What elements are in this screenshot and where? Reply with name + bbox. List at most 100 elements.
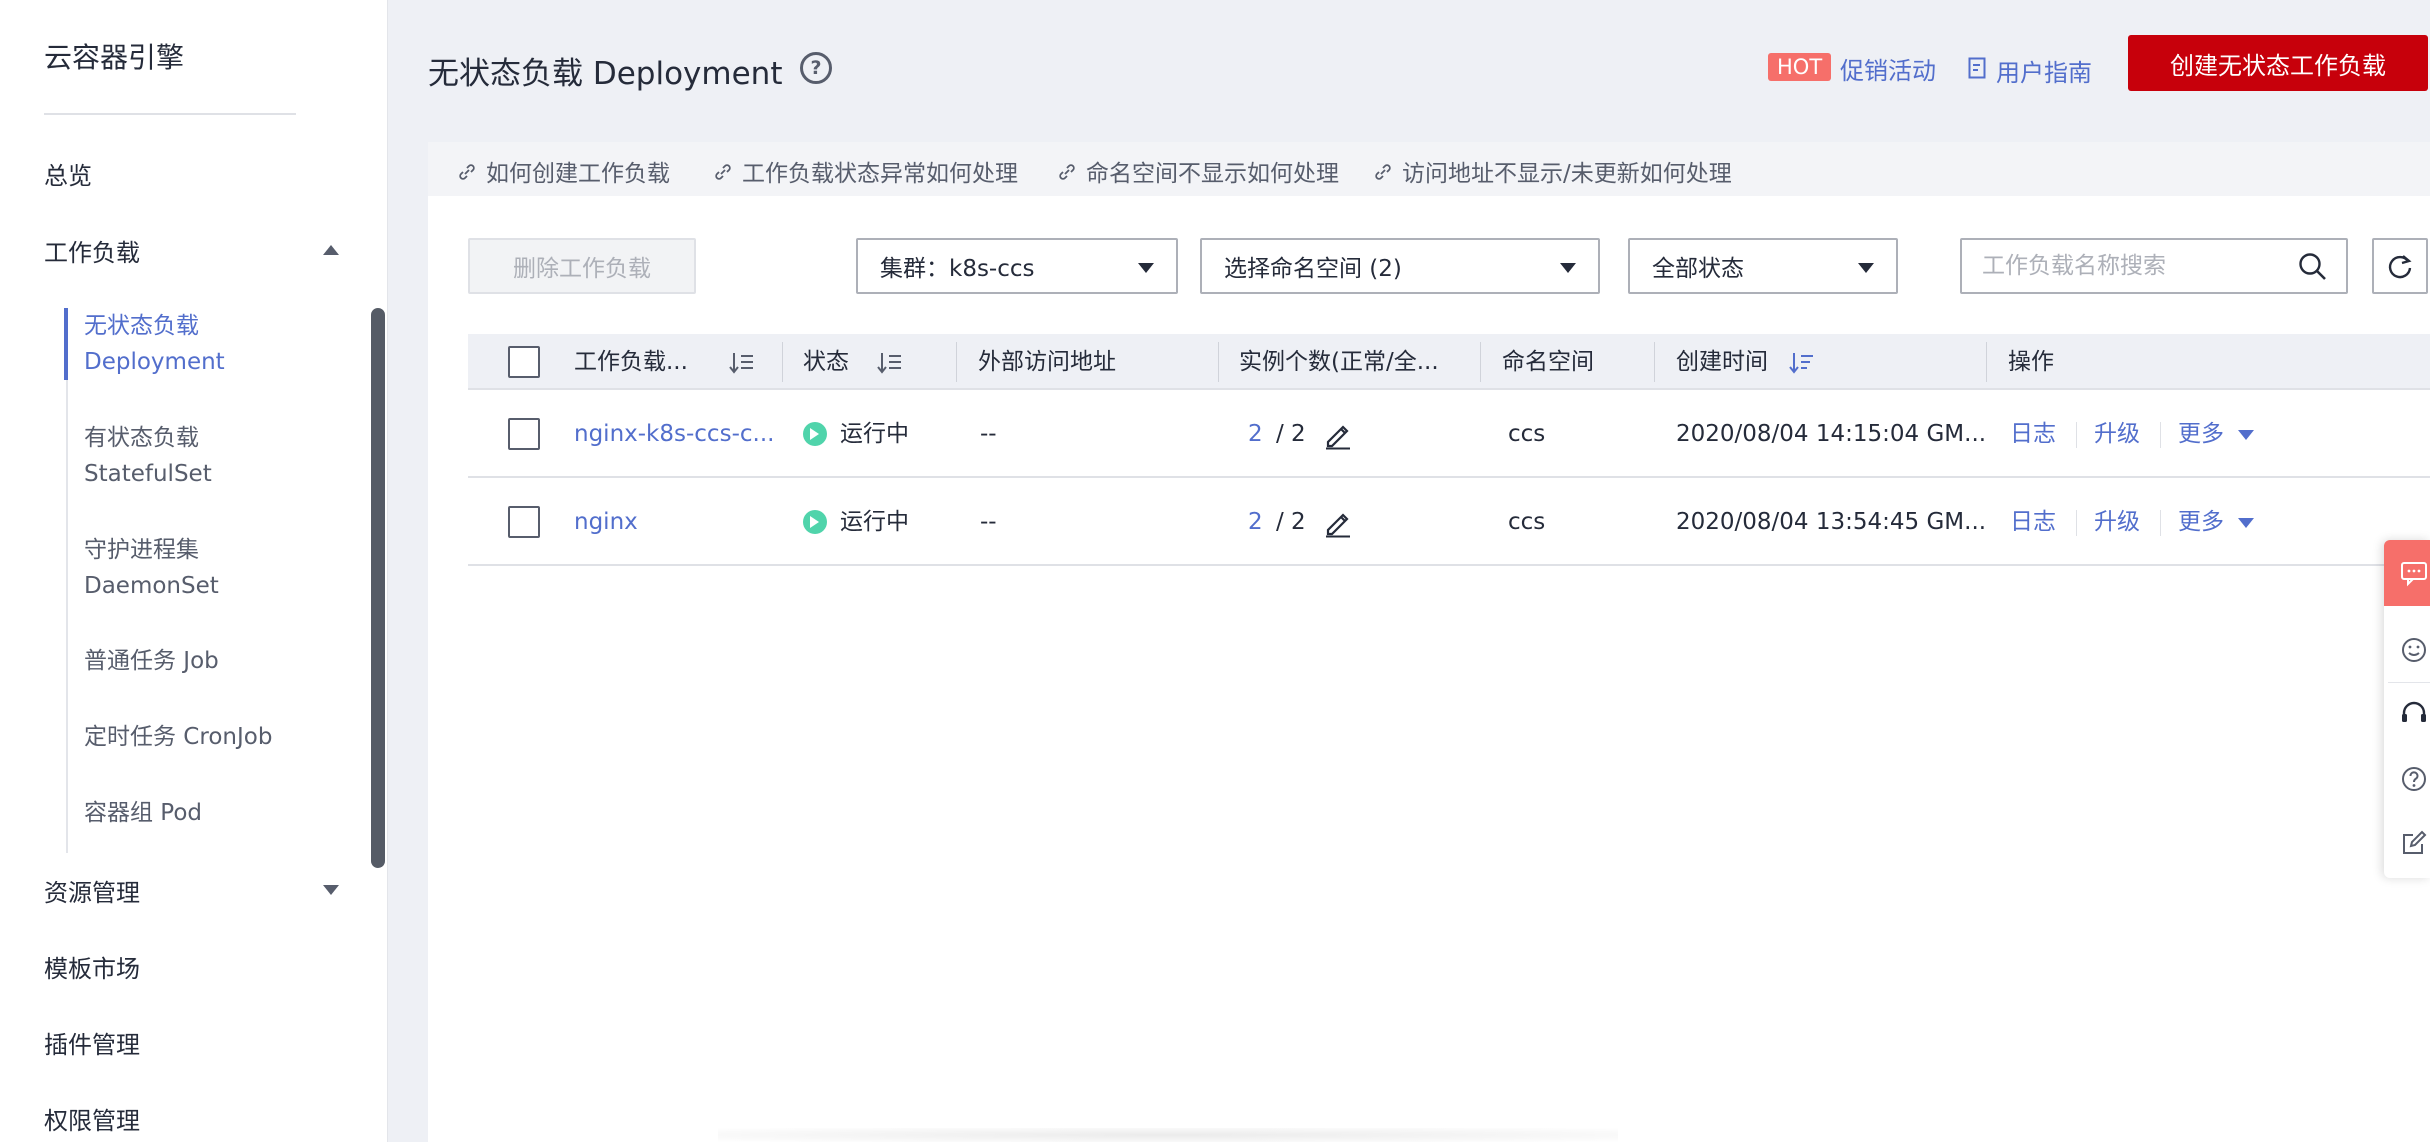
more-link[interactable]: 更多 xyxy=(2178,478,2224,566)
chevron-down-icon xyxy=(1858,263,1874,273)
column-divider xyxy=(1480,342,1481,382)
cluster-select[interactable]: 集群：k8s-ccs xyxy=(856,238,1178,294)
status-select-value: 全部状态 xyxy=(1652,256,1744,282)
refresh-button[interactable] xyxy=(2372,238,2428,294)
action-divider xyxy=(2160,422,2161,448)
search-input[interactable] xyxy=(1982,253,2282,279)
help-link-status[interactable]: 工作负载状态异常如何处理 xyxy=(714,154,1018,188)
main-area: 无状态负载 Deployment ? HOT 促销活动 用户指南 创建无状态工作… xyxy=(388,0,2430,1142)
sidebar-subitem-cronjob[interactable]: 定时任务 CronJob xyxy=(84,719,272,755)
subitem-label-en: Deployment xyxy=(84,349,225,375)
bottom-shadow xyxy=(718,1128,1618,1142)
chevron-down-icon[interactable] xyxy=(2238,518,2254,528)
workload-name-link[interactable]: nginx xyxy=(574,478,638,566)
select-all-checkbox[interactable] xyxy=(508,346,540,378)
headset-icon[interactable] xyxy=(2400,700,2428,728)
submenu-guide-line xyxy=(66,308,68,853)
help-link-create[interactable]: 如何创建工作负载 xyxy=(458,154,670,188)
row-checkbox[interactable] xyxy=(508,506,540,538)
sort-icon[interactable] xyxy=(728,351,754,375)
sidebar-subitem-statefulset[interactable]: 有状态负载 StatefulSet xyxy=(84,420,212,492)
help-link-label: 访问地址不显示/未更新如何处理 xyxy=(1402,161,1732,187)
user-guide-link[interactable]: 用户指南 xyxy=(1996,53,2092,88)
workload-search xyxy=(1960,238,2348,294)
help-link-label: 如何创建工作负载 xyxy=(486,161,670,187)
sort-icon[interactable] xyxy=(1788,351,1814,375)
more-link[interactable]: 更多 xyxy=(2178,390,2224,478)
chevron-down-icon xyxy=(1560,263,1576,273)
caret-up-icon[interactable] xyxy=(323,245,339,255)
pencil-icon[interactable] xyxy=(1322,506,1354,538)
workload-name-link[interactable]: nginx-k8s-ccs-c... xyxy=(574,390,774,478)
hot-badge: HOT xyxy=(1768,53,1832,81)
sidebar-item-overview[interactable]: 总览 xyxy=(44,156,92,191)
question-circle-icon[interactable]: ? xyxy=(800,52,832,84)
sidebar-subitem-pod[interactable]: 容器组 Pod xyxy=(84,795,202,831)
workload-table: 工作负载... 状态 外部访问地址 实例个数(正常/全... 命名空间 创建时间… xyxy=(468,334,2430,566)
instances-total: / 2 xyxy=(1276,509,1306,535)
chat-button[interactable] xyxy=(2384,540,2430,606)
sidebar-subitem-daemonset[interactable]: 守护进程集 DaemonSet xyxy=(84,532,219,604)
search-icon[interactable] xyxy=(2298,252,2328,282)
action-divider xyxy=(2076,422,2077,448)
link-icon xyxy=(459,164,475,180)
column-header-instances: 实例个数(正常/全... xyxy=(1239,349,1439,375)
refresh-icon xyxy=(2388,255,2412,279)
help-link-namespace[interactable]: 命名空间不显示如何处理 xyxy=(1058,154,1339,188)
instances-ready[interactable]: 2 xyxy=(1248,478,1263,566)
column-header-name: 工作负载... xyxy=(574,349,688,375)
row-checkbox[interactable] xyxy=(508,418,540,450)
upgrade-link[interactable]: 升级 xyxy=(2094,390,2140,478)
upgrade-link[interactable]: 升级 xyxy=(2094,478,2140,566)
sidebar-subitem-deployment[interactable]: 无状态负载 Deployment xyxy=(84,308,225,380)
external-address: -- xyxy=(980,509,997,535)
sidebar-item-resources[interactable]: 资源管理 xyxy=(44,873,140,908)
question-circle-icon[interactable] xyxy=(2400,765,2428,793)
instances-ready[interactable]: 2 xyxy=(1248,390,1263,478)
column-divider xyxy=(1218,342,1219,382)
namespace-value: ccs xyxy=(1508,421,1546,447)
column-divider xyxy=(782,342,783,382)
promo-link[interactable]: 促销活动 xyxy=(1840,51,1936,86)
created-time: 2020/08/04 13:54:45 GM... xyxy=(1676,509,1987,535)
namespace-select[interactable]: 选择命名空间 (2) xyxy=(1200,238,1600,294)
sidebar-subitem-job[interactable]: 普通任务 Job xyxy=(84,643,219,679)
help-link-label: 命名空间不显示如何处理 xyxy=(1086,161,1339,187)
delete-workload-button[interactable]: 删除工作负载 xyxy=(468,238,696,294)
subitem-label: 有状态负载 xyxy=(84,425,199,451)
namespace-select-value: 选择命名空间 (2) xyxy=(1224,256,1402,282)
sort-icon[interactable] xyxy=(876,351,902,375)
help-link-label: 工作负载状态异常如何处理 xyxy=(742,161,1018,187)
action-divider xyxy=(2076,510,2077,536)
pencil-icon[interactable] xyxy=(1322,418,1354,450)
column-header-status: 状态 xyxy=(803,349,849,375)
smiley-icon[interactable] xyxy=(2400,636,2428,664)
link-icon xyxy=(1375,164,1391,180)
sidebar-item-workload[interactable]: 工作负载 xyxy=(44,233,140,268)
help-link-address[interactable]: 访问地址不显示/未更新如何处理 xyxy=(1374,154,1732,188)
feedback-edit-icon[interactable] xyxy=(2400,829,2428,857)
sidebar-item-permissions[interactable]: 权限管理 xyxy=(44,1101,140,1136)
sidebar-item-addons[interactable]: 插件管理 xyxy=(44,1025,140,1060)
log-link[interactable]: 日志 xyxy=(2010,478,2056,566)
chat-icon xyxy=(2401,562,2427,587)
create-deployment-button[interactable]: 创建无状态工作负载 xyxy=(2128,35,2428,91)
document-edit-icon xyxy=(1968,57,1986,79)
link-icon xyxy=(715,164,731,180)
subitem-label-en: StatefulSet xyxy=(84,461,212,487)
chevron-down-icon xyxy=(1138,263,1154,273)
instances-total: / 2 xyxy=(1276,421,1306,447)
status-select[interactable]: 全部状态 xyxy=(1628,238,1898,294)
play-circle-icon xyxy=(803,510,827,534)
submenu-active-indicator xyxy=(64,308,68,380)
table-row: nginx 运行中 -- 2 / 2 ccs 2020/08/04 13:54:… xyxy=(468,478,2430,566)
caret-down-icon[interactable] xyxy=(323,885,339,895)
sidebar-scrollbar[interactable] xyxy=(371,308,385,868)
table-header: 工作负载... 状态 外部访问地址 实例个数(正常/全... 命名空间 创建时间… xyxy=(468,334,2430,390)
workload-status: 运行中 xyxy=(840,421,909,447)
play-circle-icon xyxy=(803,422,827,446)
column-divider xyxy=(956,342,957,382)
sidebar-item-templates[interactable]: 模板市场 xyxy=(44,949,140,984)
chevron-down-icon[interactable] xyxy=(2238,430,2254,440)
log-link[interactable]: 日志 xyxy=(2010,390,2056,478)
